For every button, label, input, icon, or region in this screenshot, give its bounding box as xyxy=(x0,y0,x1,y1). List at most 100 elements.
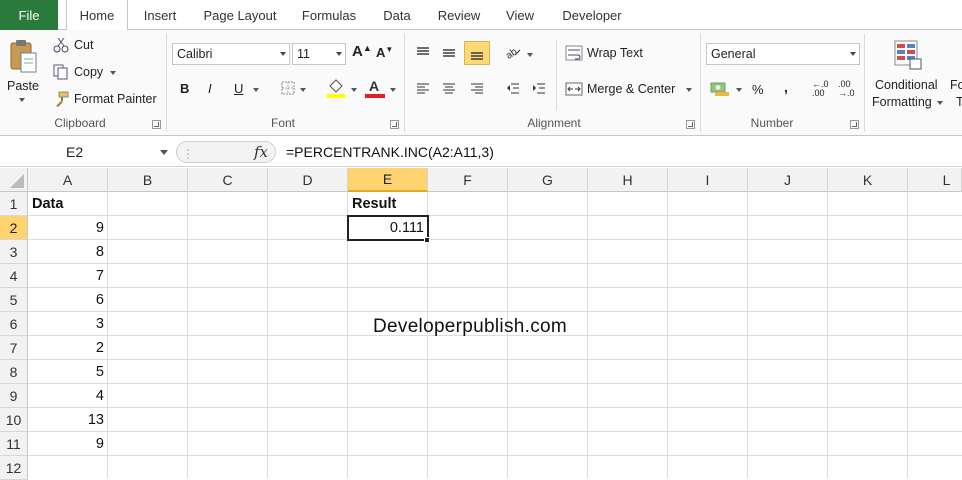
name-box-dropdown-arrow[interactable] xyxy=(160,150,168,155)
cell-a5[interactable]: 6 xyxy=(28,288,108,312)
italic-button[interactable]: I xyxy=(208,81,212,96)
cell-a10[interactable]: 13 xyxy=(28,408,108,432)
row-header-10[interactable]: 10 xyxy=(0,408,28,432)
tab-page-layout[interactable]: Page Layout xyxy=(196,0,284,30)
align-middle-icon[interactable] xyxy=(440,44,458,62)
insert-function-button[interactable]: fx xyxy=(254,143,268,161)
cell-a4[interactable]: 7 xyxy=(28,264,108,288)
cell-e1[interactable]: Result xyxy=(348,192,428,216)
font-size-select[interactable]: 11 xyxy=(292,43,346,65)
format-as-table-label-cut[interactable]: Fo xyxy=(950,78,962,92)
tab-formulas[interactable]: Formulas xyxy=(296,0,362,30)
name-box[interactable]: E2 xyxy=(0,140,176,164)
column-header-b[interactable]: B xyxy=(108,168,188,192)
column-header-a[interactable]: A xyxy=(28,168,108,192)
decrease-decimal-icon[interactable]: .00 →.0 xyxy=(838,80,855,98)
wrap-text-button[interactable]: Wrap Text xyxy=(587,46,643,60)
column-header-j[interactable]: J xyxy=(748,168,828,192)
grow-font-icon[interactable]: A▲ xyxy=(352,43,372,60)
column-header-g[interactable]: G xyxy=(508,168,588,192)
copy-button[interactable]: Copy xyxy=(74,65,103,79)
tab-home[interactable]: Home xyxy=(66,0,128,31)
align-center-icon[interactable] xyxy=(440,80,458,98)
copy-dropdown-arrow[interactable] xyxy=(110,71,116,75)
cut-button[interactable]: Cut xyxy=(74,38,93,52)
align-bottom-icon[interactable] xyxy=(464,41,490,65)
orientation-icon[interactable]: ab xyxy=(504,43,522,61)
comma-style-button[interactable]: , xyxy=(784,79,788,95)
row-header-2[interactable]: 2 xyxy=(0,216,28,240)
bold-button[interactable]: B xyxy=(180,81,189,96)
paste-button[interactable]: Paste xyxy=(7,79,39,93)
font-color-dropdown-arrow[interactable] xyxy=(390,88,396,92)
paste-icon[interactable] xyxy=(6,36,40,76)
tab-view[interactable]: View xyxy=(500,0,540,30)
decrease-indent-icon[interactable] xyxy=(504,80,522,98)
cell-a7[interactable]: 2 xyxy=(28,336,108,360)
row-header-12[interactable]: 12 xyxy=(0,456,28,480)
borders-dropdown-arrow[interactable] xyxy=(300,88,306,92)
tab-file[interactable]: File xyxy=(0,0,58,30)
number-dialog-launcher[interactable] xyxy=(850,120,859,129)
merge-center-dropdown-arrow[interactable] xyxy=(686,88,692,92)
cell-a6[interactable]: 3 xyxy=(28,312,108,336)
cell-a9[interactable]: 4 xyxy=(28,384,108,408)
row-header-1[interactable]: 1 xyxy=(0,192,28,216)
accounting-dropdown-arrow[interactable] xyxy=(736,88,742,92)
conditional-formatting-icon[interactable] xyxy=(892,38,924,72)
column-header-c[interactable]: C xyxy=(188,168,268,192)
font-color-icon[interactable]: A xyxy=(364,77,386,99)
tab-insert[interactable]: Insert xyxy=(136,0,184,30)
row-header-8[interactable]: 8 xyxy=(0,360,28,384)
row-header-7[interactable]: 7 xyxy=(0,336,28,360)
merge-center-button[interactable]: Merge & Center xyxy=(587,82,675,96)
font-name-select[interactable]: Calibri xyxy=(172,43,290,65)
align-top-icon[interactable] xyxy=(414,44,432,62)
row-header-4[interactable]: 4 xyxy=(0,264,28,288)
row-header-6[interactable]: 6 xyxy=(0,312,28,336)
formula-input[interactable]: =PERCENTRANK.INC(A2:A11,3) xyxy=(286,140,494,164)
column-header-l[interactable]: L xyxy=(908,168,962,192)
format-as-table-label-cut-2[interactable]: T xyxy=(956,95,962,109)
column-header-d[interactable]: D xyxy=(268,168,348,192)
underline-dropdown-arrow[interactable] xyxy=(253,88,259,92)
borders-icon[interactable] xyxy=(280,80,296,96)
select-all-corner[interactable] xyxy=(0,168,28,192)
percent-style-button[interactable]: % xyxy=(752,82,764,97)
format-painter-button[interactable]: Format Painter xyxy=(74,92,157,106)
column-header-k[interactable]: K xyxy=(828,168,908,192)
tab-data[interactable]: Data xyxy=(376,0,418,30)
orientation-dropdown-arrow[interactable] xyxy=(527,53,533,57)
increase-indent-icon[interactable] xyxy=(530,80,548,98)
conditional-formatting-dropdown-arrow[interactable] xyxy=(937,101,943,105)
tab-review[interactable]: Review xyxy=(432,0,486,30)
row-header-9[interactable]: 9 xyxy=(0,384,28,408)
accounting-format-icon[interactable] xyxy=(710,80,730,98)
align-left-icon[interactable] xyxy=(414,80,432,98)
conditional-formatting-label-2[interactable]: Formatting xyxy=(872,95,932,109)
fill-color-dropdown-arrow[interactable] xyxy=(351,88,357,92)
cell-a8[interactable]: 5 xyxy=(28,360,108,384)
increase-decimal-icon[interactable]: ←.0.00 xyxy=(812,80,829,98)
cell-a3[interactable]: 8 xyxy=(28,240,108,264)
paste-dropdown-arrow[interactable] xyxy=(19,98,25,102)
column-header-h[interactable]: H xyxy=(588,168,668,192)
number-format-select[interactable]: General xyxy=(706,43,860,65)
fill-handle[interactable] xyxy=(424,237,430,243)
column-header-e[interactable]: E xyxy=(348,168,428,192)
underline-button[interactable]: U xyxy=(234,81,243,96)
row-header-11[interactable]: 11 xyxy=(0,432,28,456)
fill-color-icon[interactable] xyxy=(326,77,346,99)
alignment-dialog-launcher[interactable] xyxy=(686,120,695,129)
cell-a1[interactable]: Data xyxy=(28,192,108,216)
font-dialog-launcher[interactable] xyxy=(390,120,399,129)
row-header-5[interactable]: 5 xyxy=(0,288,28,312)
cell-a11[interactable]: 9 xyxy=(28,432,108,456)
row-header-3[interactable]: 3 xyxy=(0,240,28,264)
clipboard-dialog-launcher[interactable] xyxy=(152,120,161,129)
column-header-i[interactable]: I xyxy=(668,168,748,192)
cell-a2[interactable]: 9 xyxy=(28,216,108,240)
align-right-icon[interactable] xyxy=(468,80,486,98)
tab-developer[interactable]: Developer xyxy=(554,0,630,30)
conditional-formatting-label[interactable]: Conditional xyxy=(875,78,938,92)
